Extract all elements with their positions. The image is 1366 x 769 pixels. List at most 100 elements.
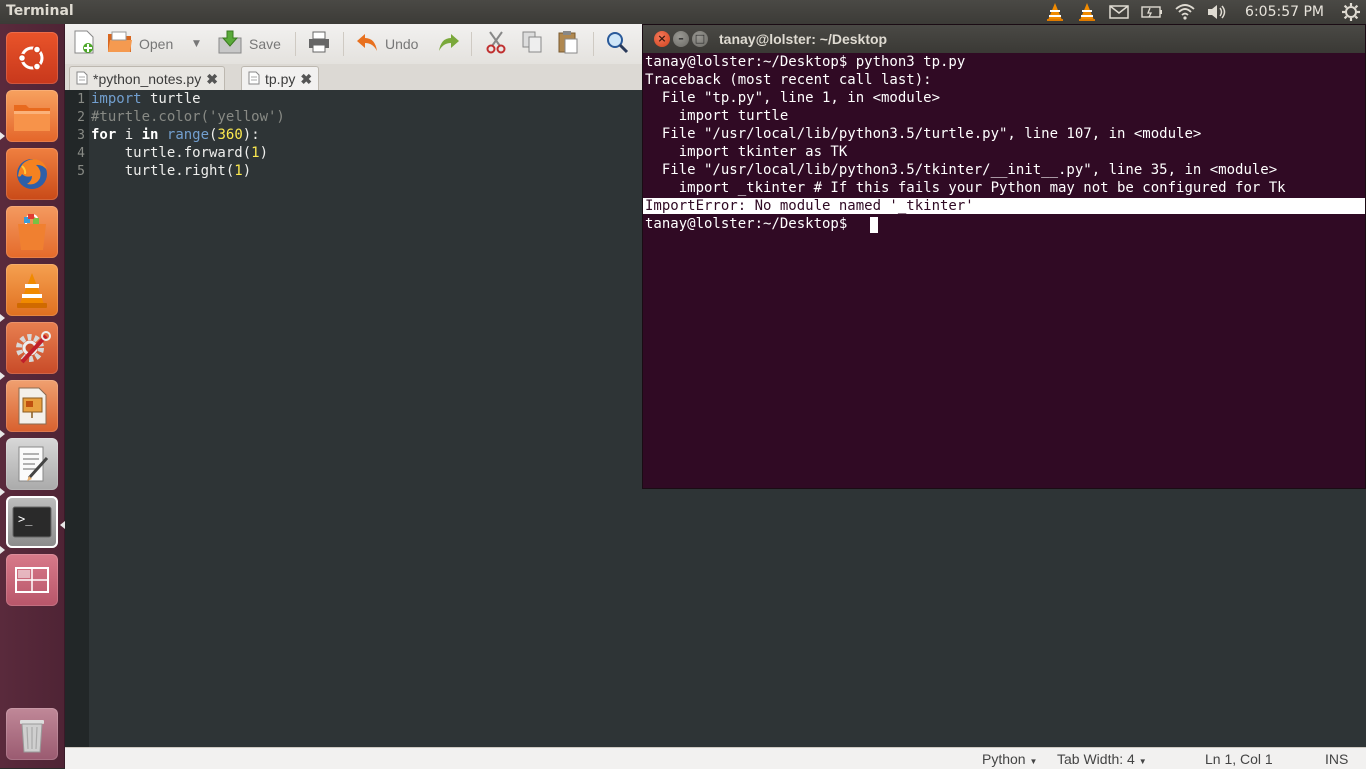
open-button[interactable]: Open [107,31,173,57]
close-icon[interactable]: × [654,31,670,47]
save-button[interactable]: Save [217,30,281,58]
document-icon [248,71,260,88]
terminal-icon[interactable]: >_ [6,496,58,548]
tab-python-notes[interactable]: *python_notes.py ✖ [69,66,225,91]
code-editor[interactable]: 1 2 3 4 5 import turtle #turtle.color('y… [65,90,643,747]
open-dropdown-button[interactable]: ▼ [193,31,200,57]
files-icon[interactable] [6,90,58,142]
scissors-icon [485,30,507,58]
maximize-icon[interactable]: □ [692,31,708,47]
ubuntu-dash-icon[interactable] [6,32,58,84]
terminal-line: File "/usr/local/lib/python3.5/turtle.py… [645,126,1202,142]
terminal-selected-line: ImportError: No module named '_tkinter' [643,198,1365,214]
save-label: Save [249,36,281,52]
copy-button[interactable] [521,31,543,57]
minimize-icon[interactable]: – [673,31,689,47]
printer-icon [307,30,331,58]
editor-toolbar: Open ▼ Save Undo [65,24,643,65]
svg-text:>_: >_ [18,512,33,526]
text-editor-icon[interactable] [6,438,58,490]
insert-mode: INS [1325,751,1349,767]
terminal-output[interactable]: tanay@lolster:~/Desktop$ python3 tp.py T… [643,53,1365,488]
print-button[interactable] [307,31,331,57]
language-selector[interactable]: Python ▼ [982,751,1037,767]
terminal-cursor [870,217,878,233]
tab-width-label: Tab Width: 4 [1057,751,1135,767]
mail-icon[interactable] [1109,0,1129,24]
system-gear-icon[interactable] [1342,0,1360,24]
wifi-icon[interactable] [1175,0,1195,24]
line-number-gutter: 1 2 3 4 5 [65,90,89,747]
code-line: turtle.right(1) [91,163,252,179]
terminal-title: tanay@lolster: ~/Desktop [719,31,888,47]
copy-icon [521,30,543,58]
chevron-down-icon: ▼ [193,39,200,49]
battery-icon[interactable] [1141,0,1163,24]
terminal-line: import _tkinter # If this fails your Pyt… [645,180,1286,196]
code-line: import turtle [91,91,201,107]
undo-arrow-icon [355,31,379,57]
workspace-switcher-icon[interactable] [6,554,58,606]
editor-statusbar-left [65,747,643,769]
undo-button[interactable]: Undo [355,31,418,57]
redo-button[interactable] [437,31,461,57]
code-line: #turtle.color('yellow') [91,109,285,125]
tab-tp-py[interactable]: tp.py ✖ [241,66,320,91]
close-icon[interactable]: ✖ [206,71,218,88]
terminal-window: × – □ tanay@lolster: ~/Desktop tanay@lol… [642,24,1366,489]
toolbar-separator [343,32,344,56]
impress-icon[interactable] [6,380,58,432]
terminal-line: import turtle [645,108,789,124]
line-number: 3 [77,128,85,143]
system-settings-icon[interactable] [6,322,58,374]
save-icon [217,30,243,58]
volume-icon[interactable] [1207,0,1227,24]
vlc-tray-icon[interactable] [1077,0,1097,24]
close-icon[interactable]: ✖ [300,71,312,88]
document-tabs: *python_notes.py ✖ tp.py ✖ [65,64,643,91]
terminal-line: Traceback (most recent call last): [645,72,932,88]
software-center-icon[interactable] [6,206,58,258]
clock[interactable]: 6:05:57 PM [1245,4,1324,20]
top-panel: Terminal 6:05:57 PM [0,0,1366,24]
indicator-area: 6:05:57 PM [1045,0,1360,24]
chevron-down-icon: ▼ [1029,757,1038,766]
vlc-tray-icon[interactable] [1045,0,1065,24]
document-icon [76,71,88,88]
terminal-titlebar[interactable]: × – □ tanay@lolster: ~/Desktop [643,25,1365,53]
firefox-icon[interactable] [6,148,58,200]
code-line: turtle.forward(1) [91,145,269,161]
editor-statusbar: Python ▼ Tab Width: 4 ▼ Ln 1, Col 1 INS [643,747,1366,769]
terminal-line: File "tp.py", line 1, in <module> [645,90,941,106]
language-label: Python [982,751,1026,767]
app-title: Terminal [6,3,74,19]
chevron-down-icon: ▼ [1138,757,1147,766]
launcher: >_ [0,24,65,768]
cut-button[interactable] [485,31,507,57]
line-number: 1 [77,92,85,107]
open-label: Open [139,36,174,52]
redo-arrow-icon [437,31,461,57]
cursor-position: Ln 1, Col 1 [1205,751,1273,767]
open-folder-icon [107,30,133,58]
tab-label: *python_notes.py [93,71,202,87]
trash-icon[interactable] [6,708,58,760]
new-document-icon [73,30,95,58]
tab-width-selector[interactable]: Tab Width: 4 ▼ [1057,751,1147,767]
line-number: 4 [77,146,85,161]
toolbar-separator [593,32,594,56]
terminal-line: import tkinter as TK [645,144,848,160]
new-document-button[interactable] [73,30,95,58]
toolbar-separator [471,32,472,56]
undo-label: Undo [385,36,419,52]
tab-label: tp.py [265,71,296,87]
line-number: 5 [77,164,85,179]
search-button[interactable] [605,31,629,57]
terminal-prompt-line: tanay@lolster:~/Desktop$ [645,216,856,232]
toolbar-separator [295,32,296,56]
text-editor-window: Open ▼ Save Undo *python_notes.py ✖ tp.p… [65,24,643,769]
paste-button[interactable] [557,31,579,57]
vlc-icon[interactable] [6,264,58,316]
terminal-line: File "/usr/local/lib/python3.5/tkinter/_… [645,162,1278,178]
code-line: for i in range(360): [91,127,260,143]
